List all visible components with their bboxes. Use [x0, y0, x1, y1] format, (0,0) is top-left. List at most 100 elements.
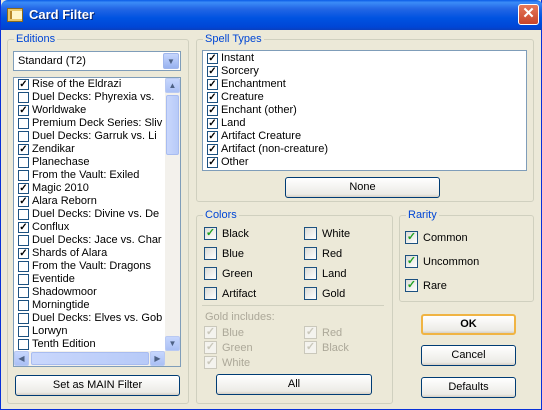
checkbox-icon[interactable]	[304, 287, 317, 300]
edition-item-zendikar[interactable]: ✓ Zendikar	[14, 143, 180, 156]
checkbox-icon[interactable]: ✓	[18, 222, 29, 233]
checkbox-icon[interactable]: ✓	[18, 79, 29, 90]
checkbox-icon[interactable]	[204, 267, 217, 280]
checkbox-icon[interactable]	[18, 157, 29, 168]
color-red-checkbox[interactable]: Red	[304, 247, 342, 261]
rarity-uncommon-checkbox[interactable]: ✓ Uncommon	[405, 255, 479, 269]
defaults-button[interactable]: Defaults	[421, 377, 516, 398]
checkbox-icon[interactable]	[18, 235, 29, 246]
set-main-filter-button[interactable]: Set as MAIN Filter	[15, 375, 180, 396]
spell-type-item-land[interactable]: ✓ Land	[203, 117, 526, 130]
color-artifact-checkbox[interactable]: Artifact	[204, 287, 256, 301]
checkbox-icon[interactable]	[18, 287, 29, 298]
edition-item-from-the-vault-exiled[interactable]: From the Vault: Exiled	[14, 169, 180, 182]
edition-item-shadowmoor[interactable]: Shadowmoor	[14, 286, 180, 299]
edition-item-worldwake[interactable]: ✓ Worldwake	[14, 104, 180, 117]
checkbox-icon[interactable]: ✓	[207, 118, 218, 129]
color-green-checkbox[interactable]: Green	[204, 267, 253, 281]
checkbox-icon[interactable]	[18, 170, 29, 181]
edition-item-alara-reborn[interactable]: ✓ Alara Reborn	[14, 195, 180, 208]
edition-item-tenth-edition[interactable]: Tenth Edition	[14, 338, 180, 351]
all-button[interactable]: All	[216, 374, 372, 395]
spell-types-list[interactable]: ✓ Instant ✓ Sorcery ✓ Enchantment ✓ Creature ✓ En…	[202, 50, 527, 171]
editions-list[interactable]: ✓ Rise of the Eldrazi Duel Decks: Phyrexia…	[13, 77, 181, 367]
checkbox-icon[interactable]: ✓	[207, 144, 218, 155]
spell-type-item-instant[interactable]: ✓ Instant	[203, 52, 526, 65]
checkbox-icon[interactable]: ✓	[204, 227, 217, 240]
spell-type-item-creature[interactable]: ✓ Creature	[203, 91, 526, 104]
color-gold-checkbox[interactable]: Gold	[304, 287, 345, 301]
checkbox-icon[interactable]: ✓	[207, 66, 218, 77]
color-blue-checkbox[interactable]: Blue	[204, 247, 244, 261]
format-select[interactable]: Standard (T2) ▼	[13, 51, 181, 71]
checkbox-icon[interactable]	[304, 227, 317, 240]
spell-type-item-sorcery[interactable]: ✓ Sorcery	[203, 65, 526, 78]
edition-item-duel-decks-jace-vs-char[interactable]: Duel Decks: Jace vs. Char	[14, 234, 180, 247]
checkbox-icon[interactable]	[18, 313, 29, 324]
checkbox-icon[interactable]	[204, 287, 217, 300]
edition-item-shards-of-alara[interactable]: ✓ Shards of Alara	[14, 247, 180, 260]
spell-type-item-enchantment[interactable]: ✓ Enchantment	[203, 78, 526, 91]
edition-item-duel-decks-garruk-vs-li[interactable]: Duel Decks: Garruk vs. Li	[14, 130, 180, 143]
checkbox-icon[interactable]	[304, 267, 317, 280]
spell-type-item-enchant-other[interactable]: ✓ Enchant (other)	[203, 104, 526, 117]
checkbox-icon[interactable]: ✓	[207, 53, 218, 64]
edition-item-lorwyn[interactable]: Lorwyn	[14, 325, 180, 338]
close-button[interactable]: ✕	[518, 4, 539, 25]
checkbox-icon[interactable]	[18, 339, 29, 350]
edition-item-duel-decks-elves-vs-gob[interactable]: Duel Decks: Elves vs. Gob	[14, 312, 180, 325]
checkbox-icon[interactable]: ✓	[207, 131, 218, 142]
checkbox-icon[interactable]: ✓	[207, 79, 218, 90]
editions-vertical-scrollbar[interactable]: ▲ ▼	[165, 78, 180, 351]
chevron-down-icon[interactable]: ▼	[163, 53, 179, 69]
edition-item-planechase[interactable]: Planechase	[14, 156, 180, 169]
edition-item-from-the-vault-dragons[interactable]: From the Vault: Dragons	[14, 260, 180, 273]
scroll-left-icon[interactable]: ◀	[14, 351, 29, 366]
vertical-scroll-thumb[interactable]	[166, 95, 179, 155]
checkbox-icon[interactable]: ✓	[207, 105, 218, 116]
title-bar[interactable]: Card Filter ✕	[1, 0, 542, 30]
checkbox-icon[interactable]: ✓	[405, 231, 418, 244]
scroll-down-icon[interactable]: ▼	[165, 336, 180, 351]
edition-item-premium-deck-series-sliv[interactable]: Premium Deck Series: Sliv	[14, 117, 180, 130]
spell-type-item-artifact-creature[interactable]: ✓ Artifact Creature	[203, 130, 526, 143]
checkbox-icon[interactable]: ✓	[18, 105, 29, 116]
checkbox-icon[interactable]	[18, 261, 29, 272]
editions-horizontal-scrollbar[interactable]: ◀ ▶	[14, 351, 165, 366]
checkbox-icon[interactable]	[18, 131, 29, 142]
edition-item-duel-decks-divine-vs-de[interactable]: Duel Decks: Divine vs. De	[14, 208, 180, 221]
ok-button[interactable]: OK	[421, 314, 516, 335]
edition-item-conflux[interactable]: ✓ Conflux	[14, 221, 180, 234]
cancel-button[interactable]: Cancel	[421, 345, 516, 366]
checkbox-icon[interactable]	[18, 209, 29, 220]
checkbox-icon[interactable]: ✓	[405, 255, 418, 268]
checkbox-icon[interactable]: ✓	[18, 144, 29, 155]
checkbox-icon[interactable]	[18, 274, 29, 285]
checkbox-icon[interactable]	[18, 92, 29, 103]
none-button[interactable]: None	[285, 177, 440, 198]
edition-item-magic-2010[interactable]: ✓ Magic 2010	[14, 182, 180, 195]
color-white-checkbox[interactable]: White	[304, 227, 350, 241]
rarity-rare-checkbox[interactable]: ✓ Rare	[405, 279, 447, 293]
checkbox-icon[interactable]: ✓	[18, 248, 29, 259]
spell-type-item-other[interactable]: ✓ Other	[203, 156, 526, 169]
scroll-up-icon[interactable]: ▲	[165, 78, 180, 93]
checkbox-icon[interactable]	[304, 247, 317, 260]
horizontal-scroll-thumb[interactable]	[31, 352, 149, 365]
checkbox-icon[interactable]	[204, 247, 217, 260]
checkbox-icon[interactable]: ✓	[207, 92, 218, 103]
checkbox-icon[interactable]: ✓	[18, 183, 29, 194]
color-land-checkbox[interactable]: Land	[304, 267, 346, 281]
edition-item-duel-decks-phyrexia-vs[interactable]: Duel Decks: Phyrexia vs.	[14, 91, 180, 104]
edition-item-morningtide[interactable]: Morningtide	[14, 299, 180, 312]
rarity-common-checkbox[interactable]: ✓ Common	[405, 231, 468, 245]
color-black-checkbox[interactable]: ✓ Black	[204, 227, 249, 241]
checkbox-icon[interactable]: ✓	[207, 157, 218, 168]
checkbox-icon[interactable]	[18, 118, 29, 129]
edition-item-rise-of-the-eldrazi[interactable]: ✓ Rise of the Eldrazi	[14, 78, 180, 91]
checkbox-icon[interactable]	[18, 300, 29, 311]
checkbox-icon[interactable]: ✓	[18, 196, 29, 207]
edition-item-eventide[interactable]: Eventide	[14, 273, 180, 286]
checkbox-icon[interactable]: ✓	[405, 279, 418, 292]
scroll-right-icon[interactable]: ▶	[150, 351, 165, 366]
